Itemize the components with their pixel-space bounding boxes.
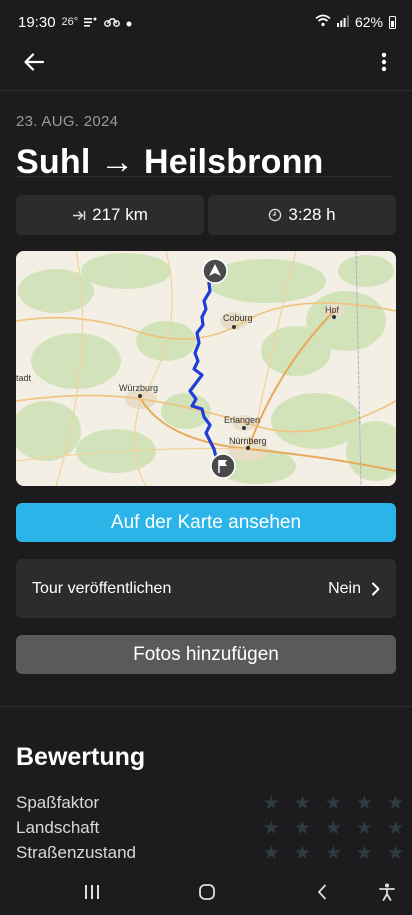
start-marker-icon	[202, 258, 228, 284]
recent-apps-icon	[85, 885, 99, 899]
publish-tour-value: Nein	[328, 579, 361, 597]
accessibility-icon	[379, 883, 395, 901]
route-map-canvas: Coburg Hof tadt Würzburg Erlangen Nürnbe…	[16, 251, 396, 486]
battery-percent: 62%	[354, 14, 383, 30]
header-divider	[0, 90, 412, 91]
rating-row-road: Straßenzustand ★ ★ ★ ★ ★	[16, 841, 404, 865]
publish-tour-value-group: Nein	[328, 580, 380, 598]
home-button[interactable]	[195, 880, 219, 904]
star-icon[interactable]: ★	[325, 844, 342, 863]
map-label-coburg: Coburg	[223, 313, 253, 323]
system-back-button[interactable]	[312, 880, 332, 904]
add-photos-button[interactable]: Fotos hinzufügen	[16, 635, 396, 674]
motorcycle-app-icon	[104, 14, 121, 31]
map-label-nuernberg: Nürnberg	[229, 436, 267, 446]
publish-tour-label: Tour veröffentlichen	[32, 579, 172, 597]
distance-value: 217 km	[92, 205, 148, 224]
publish-tour-row[interactable]: Tour veröffentlichen Nein	[16, 559, 396, 618]
star-icon[interactable]: ★	[325, 819, 342, 838]
star-icon[interactable]: ★	[263, 794, 280, 813]
route-map[interactable]: Coburg Hof tadt Würzburg Erlangen Nürnbe…	[16, 251, 396, 486]
star-icon[interactable]: ★	[356, 819, 373, 838]
rating-label: Spaßfaktor	[16, 793, 100, 812]
star-icon[interactable]: ★	[294, 819, 311, 838]
distance-icon	[72, 210, 86, 221]
chevron-right-icon	[372, 582, 380, 595]
map-label-wuerzburg: Würzburg	[119, 383, 158, 393]
star-icon[interactable]: ★	[294, 794, 311, 813]
back-button[interactable]	[20, 48, 48, 76]
status-left: 19:30 26°	[18, 14, 132, 31]
status-temperature: 26°	[61, 16, 79, 28]
status-time: 19:30	[18, 13, 56, 31]
star-icon[interactable]: ★	[387, 819, 404, 838]
star-icon[interactable]: ★	[263, 819, 280, 838]
app-bar	[0, 44, 412, 80]
star-rating[interactable]: ★ ★ ★ ★ ★	[263, 844, 404, 863]
duration-stat: 3:28 h	[208, 195, 396, 235]
status-right: 62%	[315, 14, 396, 30]
star-icon[interactable]: ★	[263, 844, 280, 863]
rating-title: Bewertung	[16, 743, 146, 771]
rating-row-fun: Spaßfaktor ★ ★ ★ ★ ★	[16, 791, 404, 815]
star-icon[interactable]: ★	[387, 844, 404, 863]
star-icon[interactable]: ★	[356, 794, 373, 813]
star-icon[interactable]: ★	[356, 844, 373, 863]
distance-stat: 217 km	[16, 195, 204, 235]
recent-apps-button[interactable]	[80, 880, 104, 904]
map-label-erlangen: Erlangen	[224, 415, 260, 425]
back-chevron-icon	[317, 884, 326, 900]
star-rating[interactable]: ★ ★ ★ ★ ★	[263, 794, 404, 813]
signal-icon	[336, 14, 349, 30]
title-underline	[16, 176, 392, 177]
arrow-left-icon	[24, 53, 44, 71]
duration-value: 3:28 h	[288, 205, 336, 224]
accessibility-button[interactable]	[376, 880, 398, 904]
rating-label: Straßenzustand	[16, 843, 137, 862]
map-label-hof: Hof	[325, 305, 340, 315]
wifi-icon	[315, 14, 331, 30]
map-label-tadt: tadt	[16, 373, 32, 383]
rating-row-landscape: Landschaft ★ ★ ★ ★ ★	[16, 816, 404, 840]
status-bar: 19:30 26° 62%	[0, 0, 412, 44]
star-icon[interactable]: ★	[294, 844, 311, 863]
view-on-map-button[interactable]: Auf der Karte ansehen	[16, 503, 396, 542]
finish-flag-icon	[210, 453, 236, 479]
dot-icon	[126, 14, 132, 31]
notification-icon	[84, 14, 98, 31]
more-options-button[interactable]	[378, 48, 390, 76]
battery-icon	[389, 15, 396, 29]
trip-date: 23. AUG. 2024	[16, 113, 119, 130]
system-nav-bar	[0, 870, 412, 915]
clock-icon	[268, 208, 282, 222]
star-rating[interactable]: ★ ★ ★ ★ ★	[263, 819, 404, 838]
star-icon[interactable]: ★	[325, 794, 342, 813]
section-divider	[0, 706, 412, 707]
more-vert-icon	[381, 52, 387, 72]
star-icon[interactable]: ★	[387, 794, 404, 813]
rating-label: Landschaft	[16, 818, 100, 837]
home-icon	[199, 884, 215, 900]
